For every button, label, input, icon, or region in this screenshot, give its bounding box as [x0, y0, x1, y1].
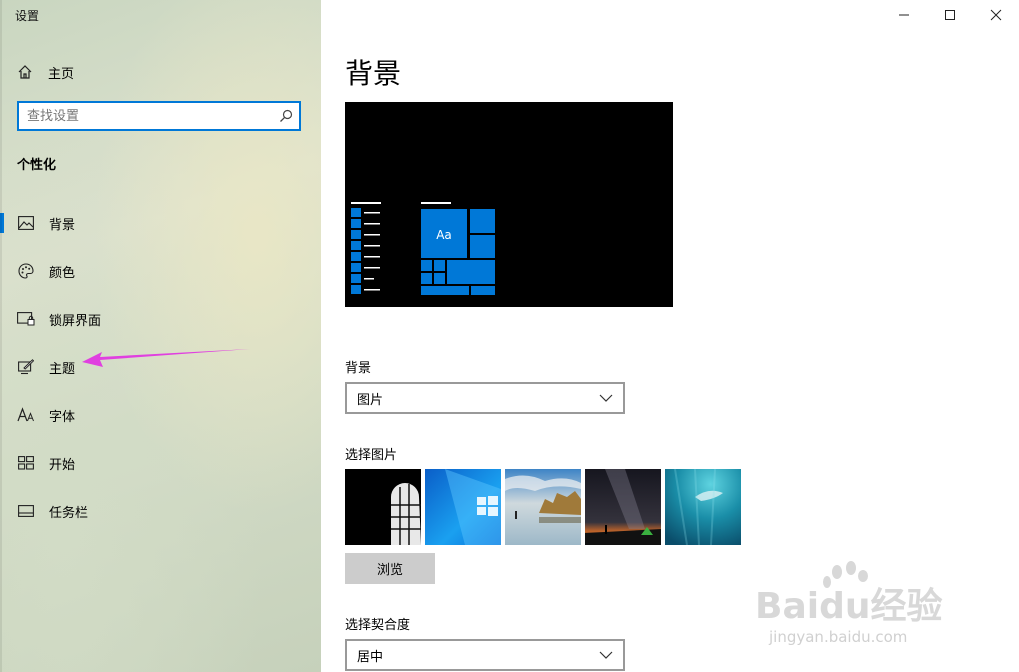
home-label: 主页	[48, 66, 75, 82]
watermark-url-text: jingyan.baidu.com	[768, 628, 907, 646]
search-icon[interactable]	[273, 109, 299, 123]
lock-screen-icon	[17, 310, 35, 328]
sidebar-item-start[interactable]: 开始	[0, 439, 321, 487]
main-panel: 背景 Aa 背景 图片 选择图片 浏览 选择契合度 居中 Baidu经验 jin…	[321, 0, 1019, 672]
section-title: 个性化	[17, 158, 57, 173]
sidebar-item-label: 锁屏界面	[49, 313, 102, 329]
thumbnail-night-sky[interactable]	[585, 469, 661, 545]
sidebar-item-label: 背景	[49, 217, 76, 233]
search-input[interactable]	[19, 104, 273, 128]
home-link[interactable]: 主页	[17, 60, 74, 84]
annotation-arrow-icon	[82, 349, 250, 367]
chevron-down-icon	[599, 394, 613, 402]
home-icon	[18, 65, 32, 79]
watermark-brand-text: Baidu经验	[755, 586, 942, 627]
close-button[interactable]	[973, 0, 1019, 30]
background-label: 背景	[345, 361, 372, 376]
maximize-icon	[945, 10, 955, 20]
minimize-button[interactable]	[881, 0, 927, 30]
sidebar-item-fonts[interactable]: 字体	[0, 391, 321, 439]
sidebar-item-background[interactable]: 背景	[0, 199, 321, 247]
page-title: 背景	[345, 57, 402, 90]
fit-dropdown[interactable]: 居中	[345, 639, 625, 671]
taskbar-icon	[17, 502, 35, 520]
background-type-dropdown[interactable]: 图片	[345, 382, 625, 414]
sidebar-item-label: 任务栏	[49, 505, 89, 521]
preview-tile-text: Aa	[436, 228, 452, 242]
app-title: 设置	[15, 9, 40, 23]
maximize-button[interactable]	[927, 0, 973, 30]
choose-picture-label: 选择图片	[345, 448, 398, 463]
font-icon	[17, 406, 35, 424]
sidebar-item-label: 字体	[49, 409, 76, 425]
browse-button[interactable]: 浏览	[345, 553, 435, 584]
sidebar: 设置 主页 个性化 背景	[0, 0, 321, 672]
theme-brush-icon	[17, 358, 35, 376]
start-menu-preview: Aa	[351, 202, 495, 295]
background-type-value: 图片	[357, 392, 384, 408]
picture-thumbnails	[345, 469, 745, 545]
chevron-down-icon	[599, 651, 613, 659]
fit-value: 居中	[357, 649, 384, 665]
sidebar-item-taskbar[interactable]: 任务栏	[0, 487, 321, 535]
palette-icon	[17, 262, 35, 280]
minimize-icon	[899, 14, 909, 16]
thumbnail-underwater[interactable]	[665, 469, 741, 545]
picture-icon	[17, 214, 35, 232]
sidebar-item-lock-screen[interactable]: 锁屏界面	[0, 295, 321, 343]
sidebar-item-label: 开始	[49, 457, 76, 473]
thumbnail-windows-light[interactable]	[425, 469, 501, 545]
thumbnail-window-dark[interactable]	[345, 469, 421, 545]
sidebar-item-label: 主题	[49, 361, 76, 377]
sidebar-item-colors[interactable]: 颜色	[0, 247, 321, 295]
close-icon	[990, 9, 1002, 21]
search-box[interactable]	[17, 101, 301, 131]
thumbnail-beach-rocks[interactable]	[505, 469, 581, 545]
background-preview: Aa	[345, 102, 673, 307]
sidebar-item-label: 颜色	[49, 265, 76, 281]
window-controls	[881, 0, 1019, 30]
start-grid-icon	[17, 454, 35, 472]
fit-label: 选择契合度	[345, 618, 411, 633]
baidu-watermark: Baidu经验 jingyan.baidu.com	[755, 561, 942, 646]
